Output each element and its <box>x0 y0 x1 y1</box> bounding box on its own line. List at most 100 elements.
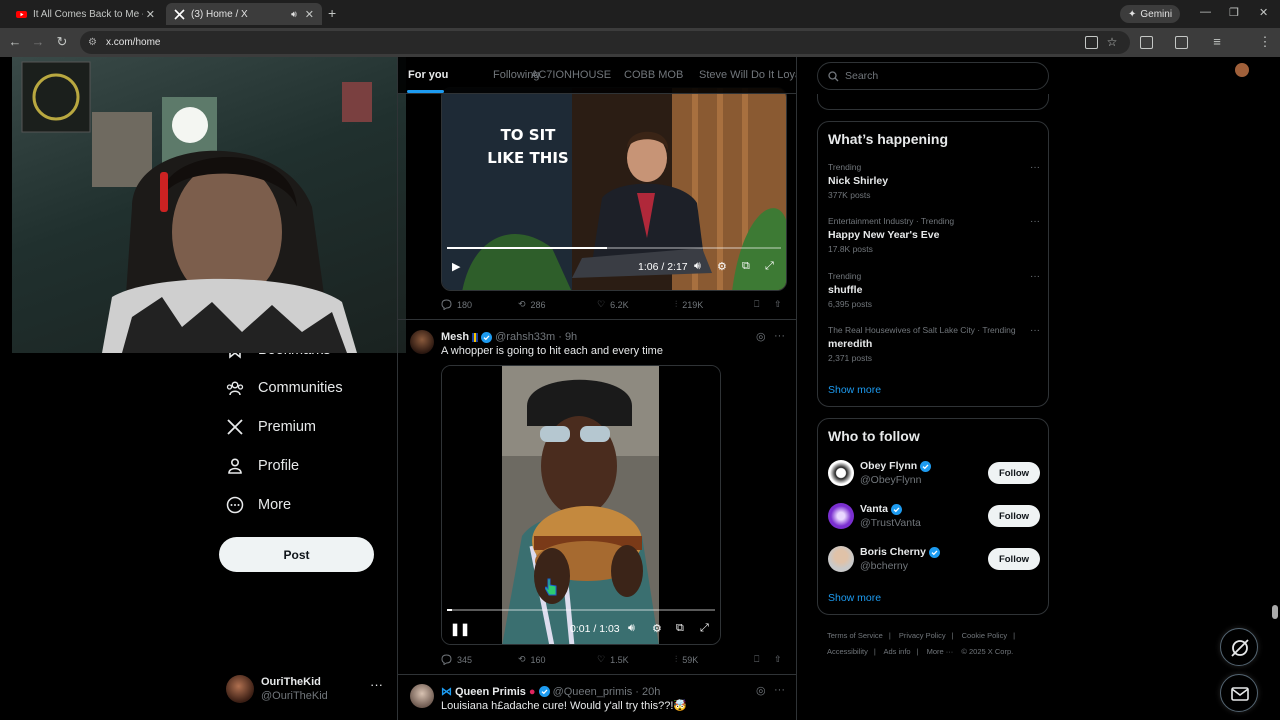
nav-communities[interactable]: Communities <box>226 379 343 397</box>
footer-link[interactable]: Privacy Policy <box>899 631 946 640</box>
reload-icon[interactable]: ↻ <box>55 35 69 49</box>
more-dots-icon[interactable]: ··· <box>774 684 785 696</box>
more-dots-icon[interactable]: ··· <box>1030 216 1040 227</box>
follow-suggestion[interactable]: Obey Flynn @ObeyFlynn Follow <box>828 458 1040 488</box>
follow-suggestion[interactable]: Vanta @TrustVanta Follow <box>828 501 1040 531</box>
search-input[interactable]: Search <box>817 62 1049 90</box>
footer-link[interactable]: Terms of Service <box>827 631 883 640</box>
back-icon[interactable]: ← <box>8 35 22 49</box>
share-icon[interactable]: ⇧ <box>774 654 782 665</box>
video-player[interactable]: ❚❚ 0:01 / 1:03 🔊︎ ⚙︎ ⧉ ⤢ <box>441 365 721 645</box>
views-button[interactable]: ⫶ 219K <box>675 299 703 310</box>
grok-icon[interactable]: ◎ <box>756 684 766 697</box>
browser-toolbar: ← → ↻ ⚙︎ x.com/home ☆ ≡ ⋮ <box>0 28 1280 77</box>
trend-item[interactable]: Trending Nick Shirley 377K posts ··· <box>828 162 1040 200</box>
like-button[interactable]: ♡ 1.5K <box>597 654 629 665</box>
trend-item[interactable]: The Real Housewives of Salt Lake City · … <box>828 325 1040 363</box>
tweet-author[interactable]: ⋈ Queen Primis ● @Queen_primis · 20h <box>441 685 660 699</box>
settings-gear-icon[interactable]: ⚙︎ <box>717 260 727 273</box>
nav-premium[interactable]: Premium <box>226 418 316 436</box>
gemini-button[interactable]: ✦ Gemini <box>1120 5 1181 23</box>
more-dots-icon[interactable]: ··· <box>1030 271 1040 282</box>
footer-separator: | <box>951 631 954 640</box>
forward-icon[interactable]: → <box>31 35 45 49</box>
address-bar[interactable]: ⚙︎ x.com/home <box>80 31 1130 54</box>
account-switcher[interactable]: OuriTheKid @OuriTheKid ··· <box>226 673 386 705</box>
menu-kebab-icon[interactable]: ⋮ <box>1258 35 1272 49</box>
pip-icon[interactable]: ⧉ <box>676 622 684 635</box>
follow-button[interactable]: Follow <box>988 548 1040 570</box>
repost-button[interactable]: ⟲ 160 <box>518 654 546 665</box>
minimize-icon[interactable]: — <box>1200 6 1211 18</box>
footer-link[interactable]: Cookie Policy <box>962 631 1007 640</box>
footer-separator: | <box>916 647 919 656</box>
pause-icon[interactable]: ❚❚ <box>450 622 470 636</box>
like-button[interactable]: ♡ 6.2K <box>597 299 629 310</box>
post-button[interactable]: Post <box>219 537 374 572</box>
fullscreen-icon[interactable]: ⤢ <box>765 260 774 273</box>
grok-fab[interactable] <box>1220 628 1258 666</box>
page-scrollbar[interactable] <box>1270 57 1280 720</box>
close-tab-icon[interactable]: ✕ <box>305 8 314 21</box>
play-icon[interactable]: ▶ <box>452 260 460 273</box>
speaker-icon[interactable]: 🔊︎ <box>291 9 297 20</box>
fullscreen-icon[interactable]: ⤢ <box>700 622 709 635</box>
suggestion-handle: @TrustVanta <box>860 517 921 529</box>
footer-link[interactable]: Accessibility <box>827 647 868 656</box>
bookmark-icon[interactable]: ⎕ <box>754 654 759 665</box>
video-player[interactable]: TO SIT LIKE THIS ▶ 1:06 / 2:17 🔊︎ ⚙︎ ⧉ ⤢ <box>441 87 787 291</box>
more-dots-icon[interactable]: ··· <box>1030 162 1040 173</box>
tab-ac7ionhouse[interactable]: AC7IONHOUSE <box>531 69 611 81</box>
reply-button[interactable]: 345 <box>441 654 472 665</box>
messages-fab[interactable] <box>1220 674 1258 712</box>
sidepanel-icon[interactable] <box>1175 36 1188 49</box>
avatar[interactable] <box>410 330 434 354</box>
show-more-link[interactable]: Show more <box>828 384 881 396</box>
trend-item[interactable]: Entertainment Industry · Trending Happy … <box>828 216 1040 254</box>
footer-link[interactable]: More ··· <box>927 647 954 656</box>
tab-for-you[interactable]: For you <box>408 69 448 81</box>
nav-more[interactable]: More <box>226 496 291 514</box>
volume-icon[interactable]: 🔊︎ <box>628 622 635 635</box>
profile-avatar-icon[interactable] <box>1235 63 1249 77</box>
video-seek-bar[interactable] <box>447 609 715 611</box>
reply-button[interactable]: 180 <box>441 299 472 310</box>
trend-item[interactable]: Trending shuffle 6,395 posts ··· <box>828 271 1040 309</box>
new-tab-button[interactable]: + <box>328 5 336 21</box>
bookmark-icon[interactable]: ⎕ <box>754 299 759 310</box>
tab-cobb-mob[interactable]: COBB MOB <box>624 69 683 81</box>
nav-profile[interactable]: Profile <box>226 457 299 475</box>
close-window-icon[interactable]: ✕ <box>1259 6 1268 19</box>
tab-steve-will-do-it-loyal[interactable]: Steve Will Do It Loyal <box>699 69 796 81</box>
follow-button[interactable]: Follow <box>988 462 1040 484</box>
suggestion-name: Boris Cherny <box>860 546 940 558</box>
close-tab-icon[interactable]: ✕ <box>146 8 155 21</box>
rose-icon: ● <box>528 685 536 698</box>
show-more-link[interactable]: Show more <box>828 592 881 604</box>
tab-youtube[interactable]: It All Comes Back to Me - Baby ✕ <box>8 3 163 25</box>
heart-icon: ♡ <box>597 299 606 309</box>
bookmark-star-icon[interactable]: ☆ <box>1105 35 1119 49</box>
install-app-icon[interactable] <box>1085 36 1098 49</box>
video-seek-bar[interactable] <box>447 247 781 249</box>
share-icon[interactable]: ⇧ <box>774 299 782 310</box>
views-button[interactable]: ⫶ 59K <box>675 654 698 665</box>
avatar[interactable] <box>410 684 434 708</box>
pip-icon[interactable]: ⧉ <box>742 260 750 273</box>
volume-icon[interactable]: 🔊︎ <box>694 260 701 273</box>
follow-button[interactable]: Follow <box>988 505 1040 527</box>
extensions-icon[interactable] <box>1140 36 1153 49</box>
tweet-author[interactable]: Mesh @rahsh33m · 9h <box>441 331 577 343</box>
tab-x-home[interactable]: (3) Home / X 🔊︎ ✕ <box>166 3 322 25</box>
settings-gear-icon[interactable]: ⚙︎ <box>652 622 662 635</box>
media-controls-icon[interactable]: ≡ <box>1210 35 1224 49</box>
footer-link[interactable]: Ads info <box>883 647 910 656</box>
repost-button[interactable]: ⟲ 286 <box>518 299 546 310</box>
follow-suggestion[interactable]: Boris Cherny @bcherny Follow <box>828 544 1040 574</box>
more-dots-icon[interactable]: ··· <box>774 330 785 342</box>
grok-icon[interactable]: ◎ <box>756 330 766 343</box>
restore-icon[interactable]: ❐ <box>1229 6 1239 19</box>
more-dots-icon[interactable]: ··· <box>1030 325 1040 336</box>
site-info-icon[interactable]: ⚙︎ <box>88 37 100 48</box>
scroll-thumb[interactable] <box>1272 605 1278 619</box>
